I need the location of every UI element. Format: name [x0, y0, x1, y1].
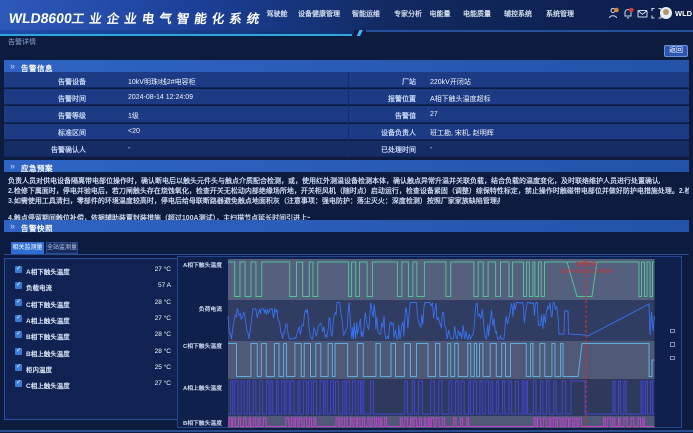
svg-text:告警时刻: 告警时刻	[575, 260, 598, 268]
svg-text:2024-08-14 12:24:09: 2024-08-14 12:24:09	[560, 269, 611, 275]
